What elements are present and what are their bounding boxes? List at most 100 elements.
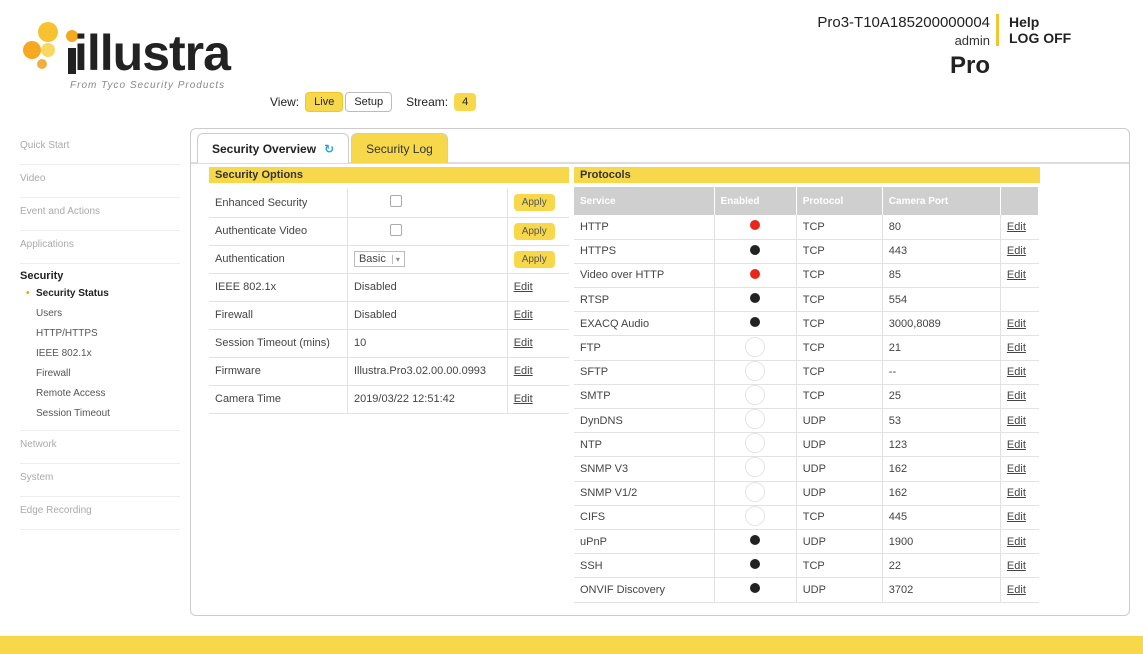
nav-quick-start[interactable]: Quick Start (20, 132, 180, 165)
edit-link[interactable]: Edit (514, 393, 533, 405)
option-checkbox[interactable] (389, 195, 402, 208)
nav-security[interactable]: Security (20, 264, 180, 282)
stream-selector[interactable]: 4 (454, 93, 477, 111)
edit-link[interactable]: Edit (1007, 463, 1026, 475)
protocol-port: 445 (882, 505, 1001, 530)
edit-link[interactable]: Edit (1007, 511, 1026, 523)
edit-link[interactable]: Edit (514, 337, 533, 349)
option-checkbox[interactable] (389, 223, 402, 236)
help-link[interactable]: Help (1009, 14, 1071, 30)
option-action: Edit (507, 273, 569, 302)
apply-button[interactable]: Apply (513, 222, 555, 240)
protocol-port: 85 (882, 263, 1001, 289)
setup-button[interactable]: Setup (345, 92, 393, 112)
status-dot-icon (745, 505, 766, 526)
sidebar-nav: Quick Start Video Event and Actions Appl… (20, 132, 180, 530)
protocol-type: UDP (796, 456, 883, 482)
edit-link[interactable]: Edit (1007, 366, 1026, 378)
protocol-action: Edit (1000, 263, 1039, 289)
nav-http-https[interactable]: HTTP/HTTPS (20, 324, 180, 344)
protocol-enabled (714, 215, 797, 240)
option-row: Session Timeout (mins) 10 Edit (209, 329, 569, 358)
nav-remote-access[interactable]: Remote Access (20, 384, 180, 404)
protocol-action: Edit (1000, 553, 1039, 579)
protocol-enabled (714, 432, 797, 458)
nav-ieee-8021x[interactable]: IEEE 802.1x (20, 344, 180, 364)
live-button[interactable]: Live (305, 92, 344, 112)
tab-security-overview[interactable]: Security Overview ↻ (197, 133, 350, 163)
brand-name: illustra (74, 25, 231, 81)
edit-link[interactable]: Edit (1007, 536, 1026, 548)
edit-link[interactable]: Edit (1007, 342, 1026, 354)
protocol-enabled (714, 505, 797, 530)
nav-system[interactable]: System (20, 464, 180, 497)
protocol-enabled (714, 577, 797, 603)
status-dot-icon (750, 293, 761, 304)
authentication-select[interactable]: Basic ▾ (353, 251, 405, 267)
protocols-header-row: Service Enabled Protocol Camera Port (574, 187, 1040, 215)
protocol-port: 22 (882, 553, 1001, 579)
edit-link[interactable]: Edit (1007, 584, 1026, 596)
protocol-enabled (714, 553, 797, 579)
nav-applications[interactable]: Applications (20, 231, 180, 264)
apply-button[interactable]: Apply (513, 250, 555, 268)
refresh-icon[interactable]: ↻ (324, 142, 334, 156)
option-label: Enhanced Security (209, 189, 348, 218)
edit-link[interactable]: Edit (1007, 439, 1026, 451)
protocol-enabled (714, 335, 797, 361)
protocol-enabled (714, 311, 797, 337)
protocol-row: CIFS TCP 445 Edit (574, 505, 1039, 530)
edit-link[interactable]: Edit (1007, 269, 1026, 281)
nav-firewall[interactable]: Firewall (20, 364, 180, 384)
content-panel: Security Overview ↻ Security Log Securit… (190, 128, 1130, 616)
edit-link[interactable]: Edit (1007, 560, 1026, 572)
logoff-link[interactable]: LOG OFF (1009, 30, 1071, 46)
protocol-service: uPnP (574, 529, 715, 555)
protocol-port: 123 (882, 432, 1001, 458)
protocol-type: UDP (796, 577, 883, 603)
protocol-row: NTP UDP 123 Edit (574, 432, 1039, 458)
protocol-enabled (714, 481, 797, 506)
protocol-port: 25 (882, 384, 1001, 410)
nav-event-actions[interactable]: Event and Actions (20, 198, 180, 231)
protocol-action: Edit (1000, 384, 1039, 410)
option-action: Edit (507, 301, 569, 330)
protocol-row: SNMP V1/2 UDP 162 Edit (574, 481, 1039, 506)
edit-link[interactable]: Edit (1007, 221, 1026, 233)
protocol-service: SNMP V1/2 (574, 481, 715, 506)
protocol-action: Edit (1000, 215, 1039, 240)
protocol-enabled (714, 263, 797, 289)
edit-link[interactable]: Edit (1007, 390, 1026, 402)
option-label: Session Timeout (mins) (209, 329, 348, 358)
edit-link[interactable]: Edit (1007, 487, 1026, 499)
tab-security-log[interactable]: Security Log (351, 133, 448, 163)
edit-link[interactable]: Edit (1007, 318, 1026, 330)
col-service: Service (574, 187, 715, 215)
apply-button[interactable]: Apply (513, 194, 555, 212)
nav-video[interactable]: Video (20, 165, 180, 198)
nav-session-timeout[interactable]: Session Timeout (20, 404, 180, 424)
protocol-service: SMTP (574, 384, 715, 410)
nav-edge-recording[interactable]: Edge Recording (20, 497, 180, 530)
protocol-action: Edit (1000, 577, 1039, 603)
option-label: Authentication (209, 245, 348, 274)
edit-link[interactable]: Edit (1007, 415, 1026, 427)
protocol-type: TCP (796, 553, 883, 579)
edit-link[interactable]: Edit (514, 309, 533, 321)
header-links: Help LOG OFF (996, 14, 1071, 46)
edit-link[interactable]: Edit (1007, 245, 1026, 257)
status-dot-icon (745, 433, 766, 454)
protocol-row: SFTP TCP -- Edit (574, 360, 1039, 385)
protocol-port: 162 (882, 456, 1001, 482)
nav-network[interactable]: Network (20, 431, 180, 464)
nav-security-status[interactable]: Security Status (20, 284, 180, 304)
edit-link[interactable]: Edit (514, 281, 533, 293)
protocol-row: EXACQ Audio TCP 3000,8089 Edit (574, 311, 1039, 337)
illustra-logo: illustra From Tyco Security Products (18, 14, 258, 94)
protocols-title: Protocols (574, 167, 1040, 183)
status-dot-icon (745, 384, 766, 405)
edit-link[interactable]: Edit (514, 365, 533, 377)
protocol-service: HTTP (574, 215, 715, 240)
protocol-service: FTP (574, 335, 715, 361)
nav-users[interactable]: Users (20, 304, 180, 324)
